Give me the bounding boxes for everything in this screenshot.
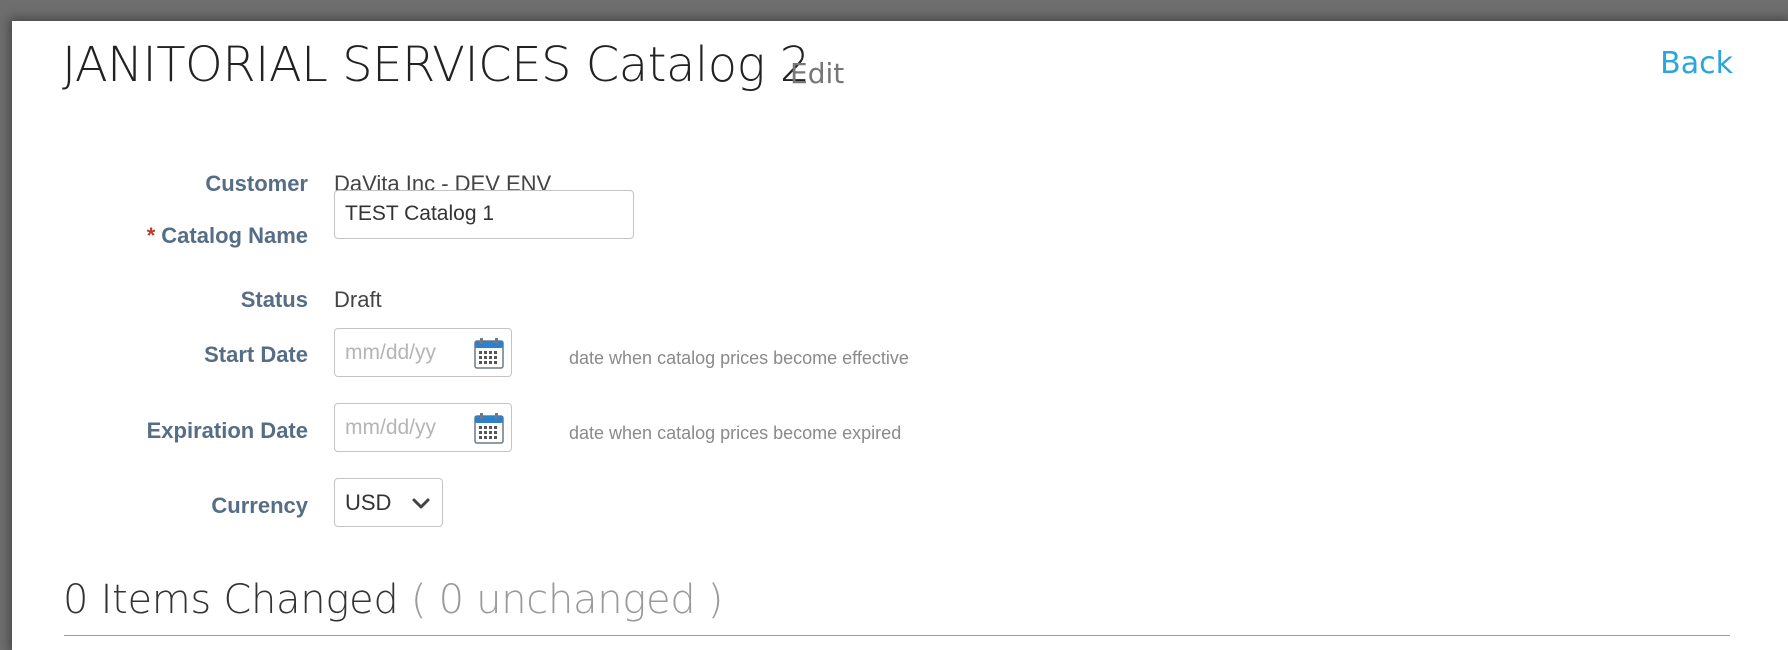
catalog-name-label-row: * Catalog Name [147,223,308,249]
required-marker: * [146,223,156,248]
start-date-hint: date when catalog prices become effectiv… [569,348,909,368]
catalog-name-input[interactable]: TEST Catalog 1 [334,190,634,239]
back-link[interactable]: Back [1660,46,1733,81]
items-changed-count: 0 Items Changed [63,577,399,623]
expiration-date-label: Expiration Date [146,418,308,443]
expiration-date-input[interactable]: mm/dd/yy [334,403,512,452]
items-changed-heading: 0 Items Changed ( 0 unchanged ) [63,577,723,623]
items-unchanged-count: ( 0 unchanged ) [410,577,724,623]
expiration-date-placeholder: mm/dd/yy [345,415,437,439]
start-date-input[interactable]: mm/dd/yy [334,328,512,377]
calendar-icon[interactable] [474,412,504,444]
currency-value: USD [345,489,392,515]
page-title: JANITORIAL SERVICES Catalog 2 [62,37,810,93]
catalog-name-label: Catalog Name [161,223,308,248]
edit-mode-label: Edit [790,57,845,90]
calendar-icon[interactable] [474,337,504,369]
currency-select[interactable]: USD [334,478,443,527]
section-divider [64,635,1730,636]
status-label: Status [240,287,308,312]
currency-label: Currency [211,493,308,518]
catalog-edit-panel: JANITORIAL SERVICES Catalog 2 Edit Back … [12,21,1788,650]
start-date-label: Start Date [204,342,308,367]
status-value: Draft [334,287,382,312]
chevron-down-icon [412,498,430,509]
start-date-placeholder: mm/dd/yy [345,340,437,364]
expiration-date-hint: date when catalog prices become expired [569,423,902,443]
customer-label: Customer [205,171,308,196]
